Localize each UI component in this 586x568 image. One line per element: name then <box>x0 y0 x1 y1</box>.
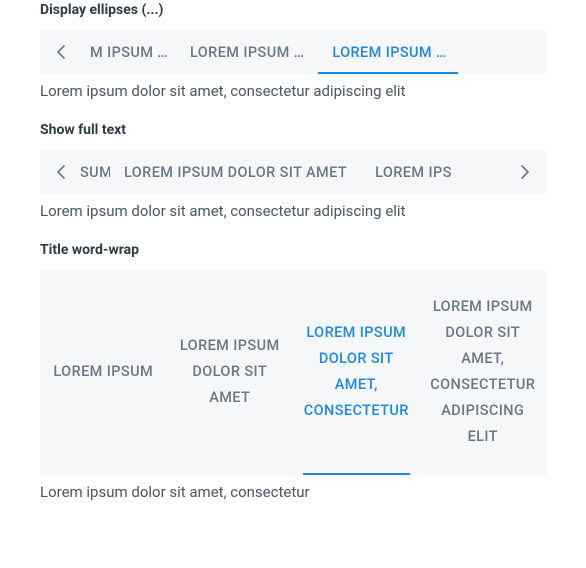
tab[interactable]: LOREM IPSUM DOLOR SIT AMET <box>110 150 361 194</box>
tab[interactable]: LOREM IPSUM DOLOR SIT AMET, CONSECTETUR <box>293 270 420 475</box>
tab-content-text: Lorem ipsum dolor sit amet, consectetur <box>40 483 546 501</box>
chevron-left-icon[interactable] <box>46 150 76 194</box>
tab[interactable]: LOREM IPSUM … <box>318 30 458 74</box>
tab[interactable]: LOREM IPSUM … <box>176 30 318 74</box>
tab[interactable]: LOREM IPS <box>361 150 458 194</box>
tab[interactable]: LOREM IPSUM DOLOR SIT AMET <box>167 270 294 475</box>
tab-content-text: Lorem ipsum dolor sit amet, consectetur … <box>40 82 546 100</box>
tab[interactable]: LOREM IPSUM <box>40 270 167 475</box>
section-title: Show full text <box>40 122 546 138</box>
chevron-right-icon[interactable] <box>510 150 540 194</box>
section-wordwrap: Title word-wrap LOREM IPSUM LOREM IPSUM … <box>40 242 546 501</box>
section-ellipses: Display ellipses (...) M IPSUM … LOREM I… <box>40 2 546 100</box>
section-title: Title word-wrap <box>40 242 546 258</box>
tab-content-text: Lorem ipsum dolor sit amet, consectetur … <box>40 202 546 220</box>
tab[interactable]: SUM <box>76 150 110 194</box>
section-title: Display ellipses (...) <box>40 2 546 18</box>
chevron-left-icon[interactable] <box>46 30 76 74</box>
tabbar-ellipses: M IPSUM … LOREM IPSUM … LOREM IPSUM … <box>40 30 546 74</box>
section-fulltext: Show full text SUM LOREM IPSUM DOLOR SIT… <box>40 122 546 220</box>
tabbar-fulltext: SUM LOREM IPSUM DOLOR SIT AMET LOREM IPS <box>40 150 546 194</box>
tabbar-wordwrap: LOREM IPSUM LOREM IPSUM DOLOR SIT AMET L… <box>40 270 546 475</box>
tab[interactable]: M IPSUM … <box>76 30 176 74</box>
tab[interactable]: LOREM IPSUM DOLOR SIT AMET, CONSECTETUR … <box>420 270 547 475</box>
